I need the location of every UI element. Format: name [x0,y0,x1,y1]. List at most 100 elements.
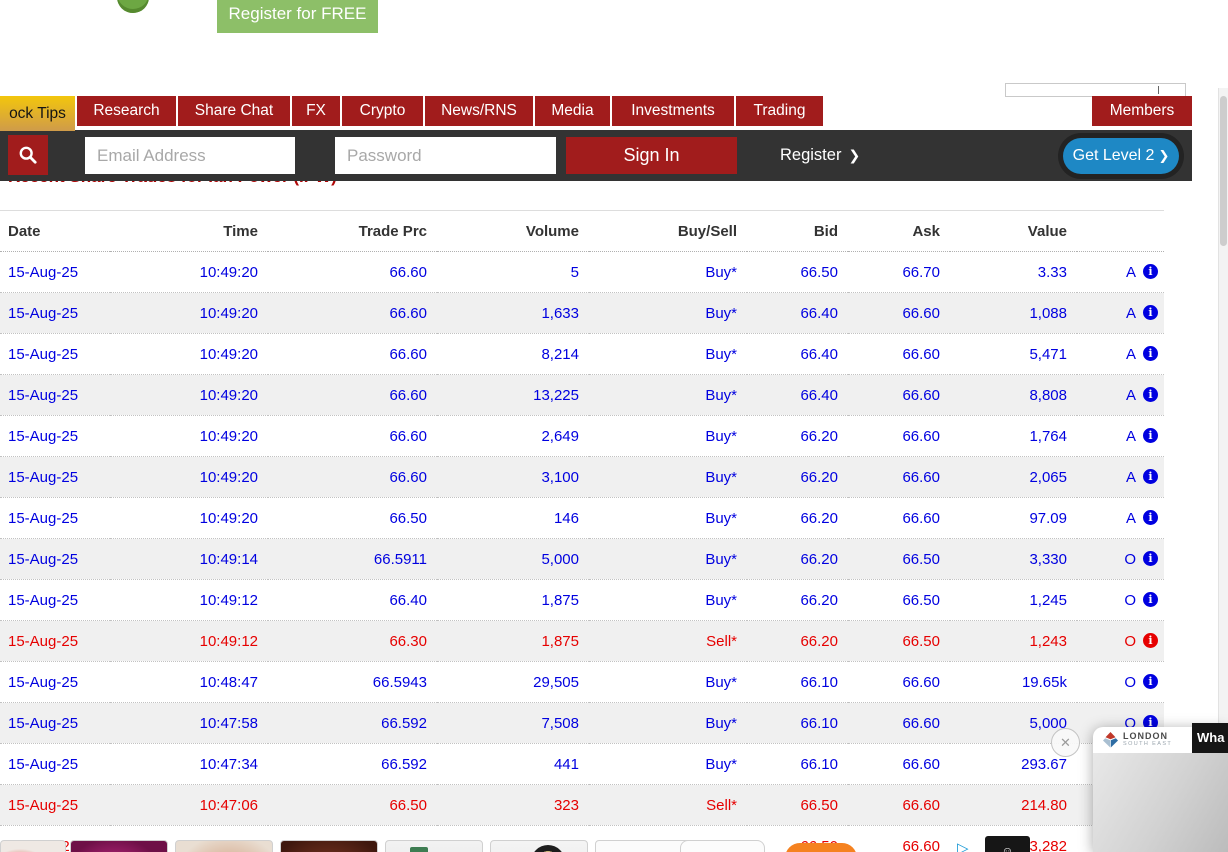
table-row[interactable]: 15-Aug-2510:49:2066.608,214Buy*66.4066.6… [0,334,1164,375]
info-icon[interactable] [1143,592,1158,607]
ad-thumbnail[interactable] [280,840,378,852]
cell-time: 10:49:12 [110,580,268,621]
cell-price: 66.592 [268,703,437,744]
cell-bid: 66.40 [747,334,848,375]
cell-bid: 66.10 [747,662,848,703]
tab-fx[interactable]: FX [292,96,340,126]
ad-thumbnail[interactable] [490,840,588,852]
cell-price: 66.30 [268,621,437,662]
get-level2-button[interactable]: Get Level 2❯ [1063,138,1179,174]
info-icon[interactable] [1143,469,1158,484]
cell-flag: A [1077,334,1164,375]
ad-emoji-thumbnail[interactable] [985,836,1030,852]
tab-crypto[interactable]: Crypto [342,96,423,126]
trade-flag: O [1124,551,1136,568]
table-row[interactable]: 15-Aug-2510:47:3466.592441Buy*66.1066.60… [0,744,1164,785]
cell-side: Buy* [589,580,747,621]
cell-date: 15-Aug-25 [0,539,110,580]
tab-share-chat[interactable]: Share Chat [178,96,290,126]
close-ad-button[interactable]: ✕ [1051,728,1080,757]
info-icon[interactable] [1143,387,1158,402]
cell-time: 10:49:20 [110,457,268,498]
cell-volume: 441 [437,744,589,785]
london-south-east-logo-icon [1102,732,1119,748]
ad-thumbnail[interactable] [385,840,483,852]
tab-ock-tips[interactable]: ock Tips [0,96,75,131]
ad-thumbnail[interactable] [0,840,66,852]
ad-thumbnail[interactable] [595,840,693,852]
info-icon[interactable] [1143,510,1158,525]
table-row[interactable]: 15-Aug-2510:49:2066.601,633Buy*66.4066.6… [0,293,1164,334]
info-icon[interactable] [1143,633,1158,648]
video-ad-panel: LONDON SOUTH EAST Wha [1093,727,1228,852]
table-row[interactable]: 15-Aug-2510:49:2066.50146Buy*66.2066.609… [0,498,1164,539]
cell-value: 1,243 [950,621,1077,662]
page: Register for FREE ock TipsResearchShare … [0,0,1228,852]
cell-side: Sell* [589,621,747,662]
cell-bid: 66.20 [747,416,848,457]
cell-time: 10:49:20 [110,293,268,334]
table-row[interactable]: 15-Aug-2510:47:0666.50323Sell*66.5066.60… [0,785,1164,826]
info-icon[interactable] [1143,428,1158,443]
cell-time: 10:49:20 [110,334,268,375]
cell-ask: 66.60 [848,498,950,539]
ad-thumbnail[interactable] [175,840,273,852]
info-icon[interactable] [1143,305,1158,320]
cell-ask: 66.60 [848,826,950,852]
search-button[interactable] [8,135,48,175]
cell-bid: 66.20 [747,498,848,539]
table-row[interactable]: 15-Aug-2510:49:2066.602,649Buy*66.2066.6… [0,416,1164,457]
register-free-button[interactable]: Register for FREE [217,0,378,33]
video-player[interactable] [1093,753,1228,852]
email-field[interactable] [85,137,295,174]
table-row[interactable]: 15-Aug-2510:49:1466.59115,000Buy*66.2066… [0,539,1164,580]
quote-search-input[interactable] [1005,83,1186,97]
cell-price: 66.60 [268,375,437,416]
table-row[interactable]: 15-Aug-2510:49:2066.605Buy*66.5066.703.3… [0,252,1164,293]
ad-thumbnail[interactable] [70,840,168,852]
cell-value: 19.65k [950,662,1077,703]
table-row[interactable]: 15-Aug-2510:48:4766.594329,505Buy*66.106… [0,662,1164,703]
cell-ask: 66.60 [848,293,950,334]
get-level2-label: Get Level 2 [1073,147,1155,164]
trade-flag: A [1126,469,1136,486]
cell-time: 10:48:47 [110,662,268,703]
tab-news-rns[interactable]: News/RNS [425,96,533,126]
tab-trading[interactable]: Trading [736,96,823,126]
info-icon[interactable] [1143,264,1158,279]
info-icon[interactable] [1143,674,1158,689]
cell-bid: 66.40 [747,293,848,334]
cell-time: 10:49:20 [110,498,268,539]
table-row[interactable]: 15-Aug-2510:49:2066.6013,225Buy*66.4066.… [0,375,1164,416]
table-row[interactable]: 15-Aug-2510:47:5866.5927,508Buy*66.1066.… [0,703,1164,744]
adchoices-icon[interactable] [957,839,969,852]
tab-members[interactable]: Members [1092,96,1192,126]
column-header: Ask [848,211,950,252]
tab-media[interactable]: Media [535,96,610,126]
ad-thumbnail[interactable] [680,840,765,852]
info-icon[interactable] [1143,551,1158,566]
cell-side: Buy* [589,252,747,293]
cell-price: 66.592 [268,744,437,785]
password-field[interactable] [335,137,556,174]
input-caret [1158,86,1159,94]
cell-ask: 66.60 [848,334,950,375]
cell-value: 3,330 [950,539,1077,580]
tab-investments[interactable]: Investments [612,96,734,126]
info-icon[interactable] [1143,346,1158,361]
sign-in-button[interactable]: Sign In [566,137,737,174]
register-link[interactable]: Register ❯ [780,130,860,181]
tab-research[interactable]: Research [77,96,176,126]
column-header: Value [950,211,1077,252]
table-row[interactable]: 15-Aug-2510:49:2066.603,100Buy*66.2066.6… [0,457,1164,498]
table-row[interactable]: 15-Aug-2510:49:1266.401,875Buy*66.2066.5… [0,580,1164,621]
cell-flag: O [1077,662,1164,703]
cell-date: 15-Aug-25 [0,498,110,539]
cell-volume: 323 [437,785,589,826]
cell-value: 1,088 [950,293,1077,334]
cell-ask: 66.50 [848,580,950,621]
ad-orange-button[interactable] [785,843,857,852]
search-icon [18,145,38,165]
table-row[interactable]: 15-Aug-2510:49:1266.301,875Sell*66.2066.… [0,621,1164,662]
cell-value: 8,808 [950,375,1077,416]
